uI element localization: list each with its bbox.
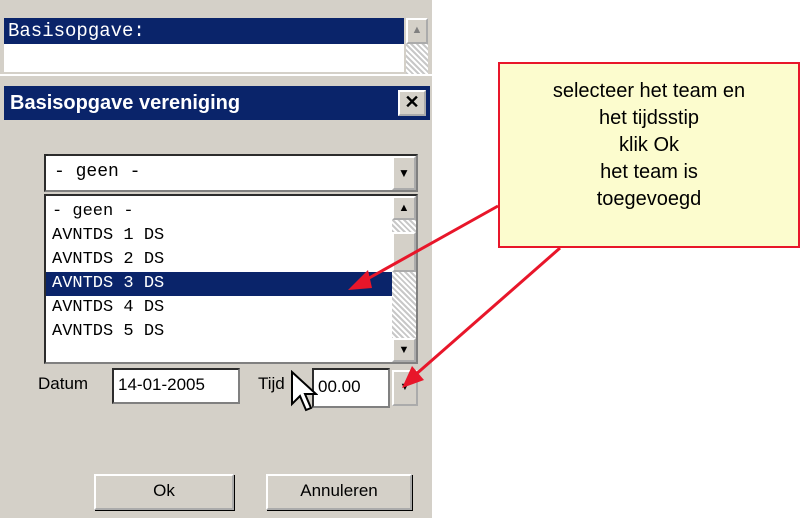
dialog-title: Basisopgave vereniging: [10, 92, 241, 114]
list-item[interactable]: AVNTDS 2 DS: [46, 248, 394, 272]
dropdown-button[interactable]: ▼: [392, 156, 416, 190]
scroll-up-button[interactable]: ▲: [392, 196, 416, 220]
list-item[interactable]: AVNTDS 4 DS: [46, 296, 394, 320]
chevron-down-icon: ▼: [399, 381, 411, 393]
mouse-pointer-icon: [291, 370, 318, 412]
tijd-spin-button[interactable]: ▼: [392, 370, 418, 406]
callout-line: het team is: [600, 161, 698, 183]
cancel-button[interactable]: Annuleren: [266, 474, 412, 510]
scrollbar-thumb[interactable]: [392, 232, 416, 272]
callout-line: het tijdsstip: [598, 107, 700, 129]
callout-line: toegevoegd: [596, 188, 702, 210]
datum-label: Datum: [38, 374, 89, 393]
team-dropdown-value: - geen -: [54, 162, 141, 182]
tijd-field[interactable]: 00.00: [312, 368, 390, 408]
datum-field[interactable]: 14-01-2005: [112, 368, 240, 404]
list-item[interactable]: - geen -: [46, 200, 394, 224]
team-dropdown[interactable]: - geen - ▼: [44, 154, 418, 192]
list-scrollbar[interactable]: ▲ ▼: [392, 196, 416, 362]
callout-line: klik Ok: [619, 134, 679, 156]
scroll-down-button[interactable]: ▼: [392, 338, 416, 362]
tijd-label: Tijd: [258, 374, 285, 393]
chevron-down-icon: ▼: [398, 166, 410, 180]
close-icon: ✕: [404, 92, 420, 112]
scroll-up-icon: ▲: [398, 202, 410, 214]
instruction-callout: selecteer het team en het tijdsstip klik…: [498, 62, 800, 248]
list-item[interactable]: AVNTDS 1 DS: [46, 224, 394, 248]
close-button[interactable]: ✕: [398, 90, 426, 116]
list-item[interactable]: AVNTDS 5 DS: [46, 320, 394, 344]
background-scrollbar[interactable]: ▲: [406, 18, 428, 74]
dialog-basisopgave-vereniging: Basisopgave vereniging ✕ - geen - ▼ - ge…: [0, 74, 432, 518]
background-list-area[interactable]: [4, 44, 404, 72]
arrow-to-tijd-field: [413, 246, 561, 378]
dialog-title-bar: Basisopgave vereniging ✕: [4, 86, 430, 120]
team-list[interactable]: - geen - AVNTDS 1 DS AVNTDS 2 DS AVNTDS …: [44, 194, 418, 364]
ok-button[interactable]: Ok: [94, 474, 234, 510]
background-window: Basisopgave: ▲: [0, 0, 432, 74]
scroll-up-icon[interactable]: ▲: [406, 18, 428, 44]
background-window-title: Basisopgave:: [4, 18, 404, 44]
list-item-selected[interactable]: AVNTDS 3 DS: [46, 272, 394, 296]
scroll-down-icon: ▼: [398, 344, 410, 356]
callout-line: selecteer het team en: [552, 80, 746, 102]
